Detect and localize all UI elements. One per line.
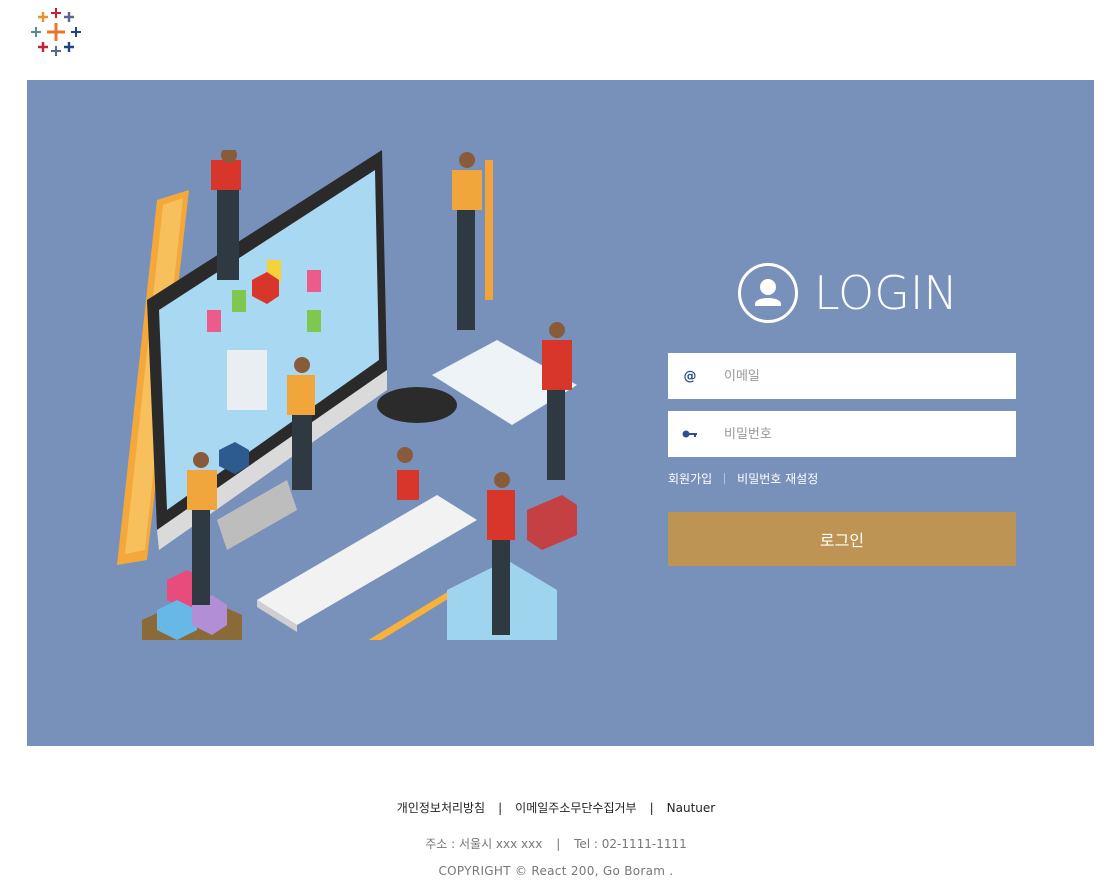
key-icon (668, 429, 712, 439)
footer-address: 주소 : 서울시 xxx xxx | Tel : 02-1111-1111 (425, 837, 687, 851)
link-divider (724, 473, 726, 484)
at-sign-icon: @ (683, 368, 697, 384)
email-field[interactable]: @ (668, 353, 1016, 399)
user-circle-icon (738, 263, 798, 323)
account-links: 회원가입 비밀번호 재설정 (668, 470, 818, 487)
tel-text: Tel : 02-1111-1111 (574, 837, 687, 851)
web-design-team-illustration (117, 150, 577, 640)
hero-section: LOGIN @ 회원가입 비밀번호 재설정 로그인 (27, 80, 1094, 746)
login-title: LOGIN (814, 266, 958, 320)
reset-password-link[interactable]: 비밀번호 재설정 (737, 470, 818, 487)
login-heading: LOGIN (738, 263, 958, 323)
password-input[interactable] (712, 411, 1016, 457)
email-input[interactable] (712, 353, 1016, 399)
privacy-policy-link[interactable]: 개인정보처리방침 (397, 799, 485, 816)
password-field[interactable] (668, 411, 1016, 457)
signup-link[interactable]: 회원가입 (668, 470, 712, 487)
login-panel: LOGIN @ 회원가입 비밀번호 재설정 로그인 (668, 80, 1016, 746)
copyright-text: COPYRIGHT © React 200, Go Boram . (438, 864, 674, 878)
nautuer-link[interactable]: Nautuer (667, 801, 716, 815)
tableau-logo-icon[interactable] (30, 6, 82, 58)
footer-links: 개인정보처리방침 | 이메일주소무단수집거부 | Nautuer (396, 799, 716, 816)
login-button[interactable]: 로그인 (668, 512, 1016, 566)
address-text: 주소 : 서울시 xxx xxx (425, 837, 543, 851)
email-collection-refusal-link[interactable]: 이메일주소무단수집거부 (515, 799, 636, 816)
